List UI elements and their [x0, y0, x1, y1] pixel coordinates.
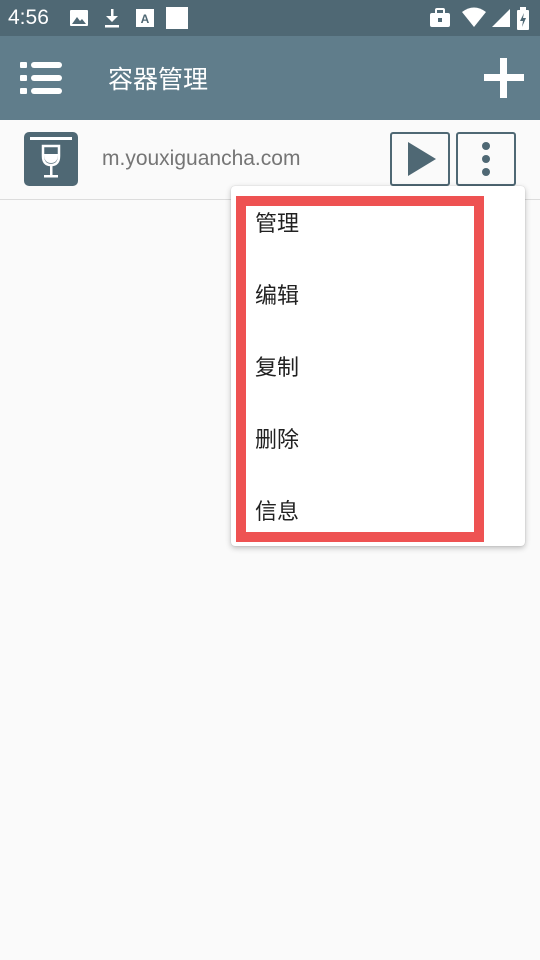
status-time: 4:56: [8, 6, 49, 29]
menu-item-manage[interactable]: 管理: [231, 186, 525, 258]
menu-item-label: 复制: [255, 356, 300, 381]
list-menu-icon[interactable]: [20, 58, 64, 98]
container-name: m.youxiguancha.com: [102, 147, 301, 170]
menu-item-edit[interactable]: 编辑: [231, 258, 525, 330]
menu-item-label: 编辑: [255, 284, 300, 309]
wine-glass-box-icon: [24, 132, 78, 186]
plus-icon[interactable]: [482, 56, 526, 100]
wifi-icon: [462, 7, 486, 27]
work-profile-icon: [430, 8, 450, 27]
menu-item-delete[interactable]: 删除: [231, 402, 525, 474]
svg-text:A: A: [141, 12, 150, 26]
menu-item-info[interactable]: 信息: [231, 474, 525, 546]
menu-item-label: 管理: [255, 212, 300, 237]
more-options-button[interactable]: [456, 132, 516, 186]
image-notification-icon: [70, 10, 88, 26]
blank-notification-icon: [166, 7, 188, 29]
font-notification-icon: A: [136, 9, 154, 27]
popup-menu: 管理 编辑 复制 删除 信息: [231, 186, 525, 546]
page-title: 容器管理: [108, 65, 209, 94]
app-bar: 容器管理: [0, 36, 540, 120]
more-vertical-icon: [482, 142, 490, 176]
signal-icon: [492, 9, 510, 27]
download-icon: [105, 9, 119, 28]
play-icon: [408, 142, 436, 176]
menu-item-label: 删除: [255, 428, 300, 453]
menu-item-copy[interactable]: 复制: [231, 330, 525, 402]
menu-item-label: 信息: [255, 500, 300, 525]
battery-icon: [517, 7, 529, 30]
status-bar: 4:56 A: [0, 0, 540, 36]
play-button[interactable]: [390, 132, 450, 186]
